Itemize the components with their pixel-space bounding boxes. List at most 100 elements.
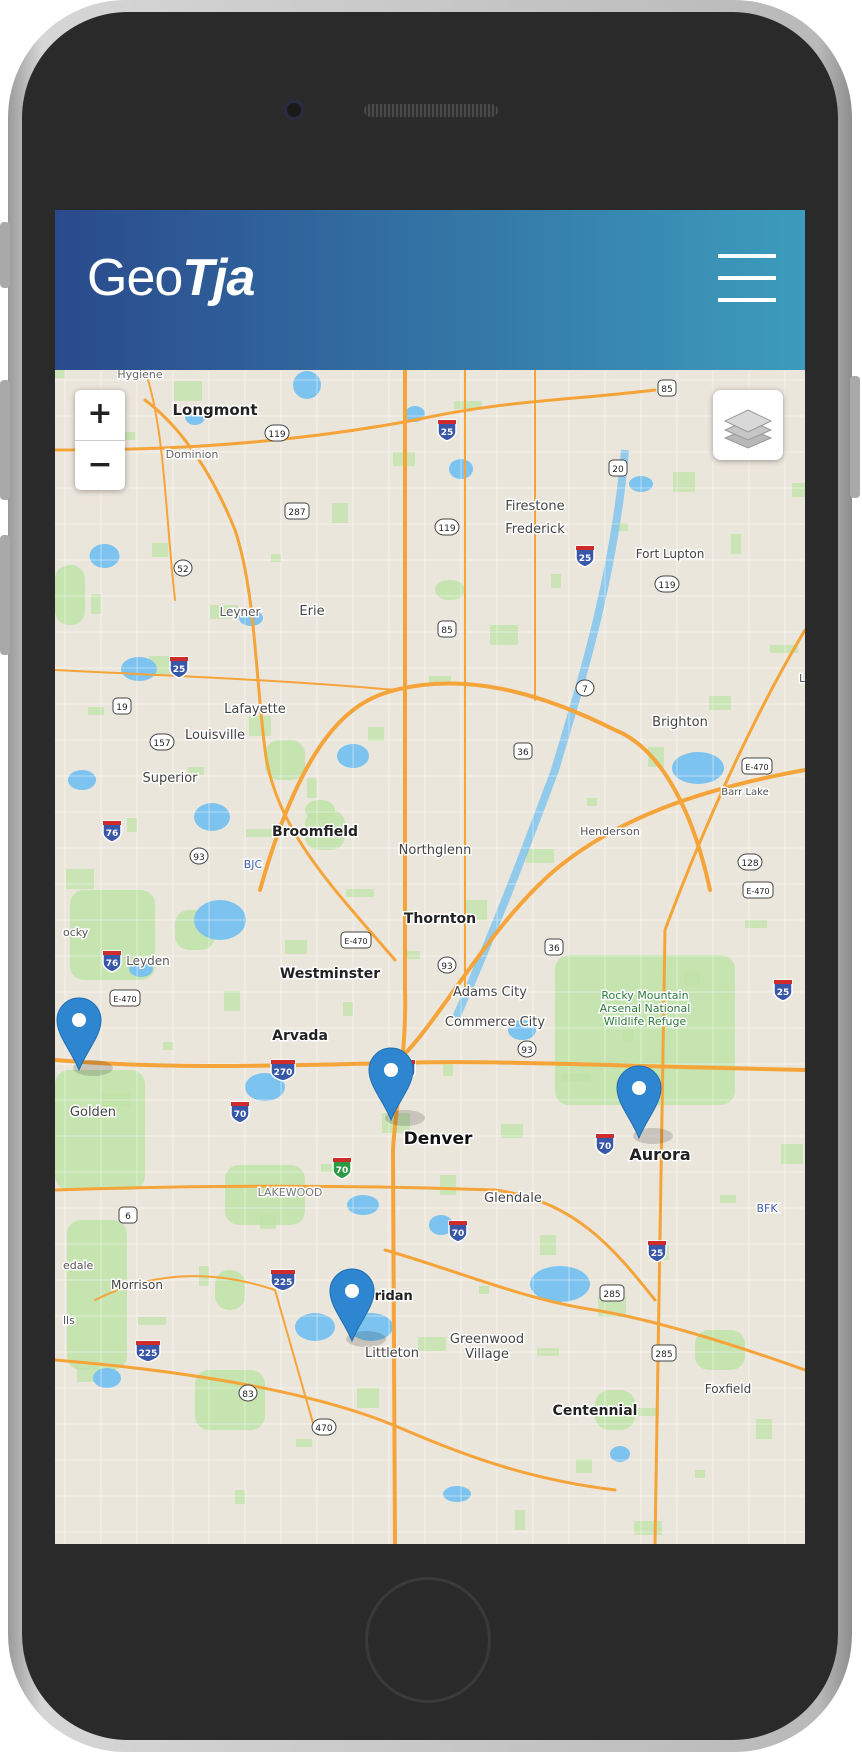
svg-text:285: 285	[603, 1290, 620, 1300]
svg-text:287: 287	[288, 508, 305, 518]
map-place-label: Littleton	[365, 1346, 419, 1361]
map-place-label: Wildlife Refuge	[604, 1015, 687, 1028]
map-place-label: Frederick	[505, 522, 565, 537]
svg-text:7: 7	[582, 685, 588, 695]
svg-text:70: 70	[234, 1110, 247, 1120]
highway-shield: 285	[599, 1284, 625, 1302]
svg-text:25: 25	[441, 428, 454, 438]
layers-button[interactable]	[713, 390, 783, 460]
map-place-label: Village	[465, 1347, 509, 1362]
map-canvas[interactable]: Hygiene Longmont Dominion Firestone Frederic…	[55, 367, 805, 1544]
highway-shield: 157	[149, 733, 175, 751]
highway-shield: 6	[118, 1206, 138, 1224]
app-logo[interactable]: GeoTja	[87, 248, 255, 308]
map-place-label: Fort Lupton	[636, 547, 705, 561]
highway-shield: 119	[264, 424, 290, 442]
map-place-label: Commerce City	[445, 1015, 545, 1030]
highway-shield: 25	[575, 545, 595, 568]
map[interactable]: Hygiene Longmont Dominion Firestone Frederic…	[55, 367, 805, 1544]
map-place-label: Firestone	[505, 499, 564, 514]
map-place-label: Greenwood	[450, 1332, 524, 1347]
map-place-label: Morrison	[111, 1278, 163, 1292]
map-place-label: Rocky Mountain	[601, 989, 688, 1002]
highway-shield: 25	[437, 419, 457, 442]
highway-shield: 119	[434, 518, 460, 536]
hamburger-menu-icon[interactable]	[718, 254, 776, 306]
map-place-label: Barr Lake	[721, 787, 769, 798]
svg-text:25: 25	[173, 665, 186, 675]
logo-text-tja: Tja	[182, 249, 255, 307]
svg-text:85: 85	[661, 385, 672, 395]
svg-text:E-470: E-470	[344, 937, 367, 946]
earpiece-speaker	[364, 104, 498, 117]
highway-shield: 225	[135, 1340, 161, 1363]
app-screen: Hygiene Longmont Dominion Firestone Frederic…	[55, 210, 805, 1544]
map-place-label: Aurora	[629, 1145, 690, 1164]
svg-text:25: 25	[651, 1249, 664, 1259]
highway-shield: 85	[437, 620, 457, 638]
highway-shield: E-470	[340, 931, 372, 949]
map-place-label: BFK	[756, 1202, 778, 1215]
highway-shield: E-470	[742, 881, 774, 899]
map-place-label: Denver	[404, 1129, 473, 1149]
map-place-label: Adams City	[453, 985, 527, 1000]
app-header: GeoTja	[55, 210, 805, 370]
map-place-label: Superior	[143, 771, 199, 786]
highway-shield: 25	[169, 656, 189, 679]
map-place-label: LAKEWOOD	[258, 1186, 323, 1199]
svg-text:93: 93	[193, 853, 204, 863]
svg-text:70: 70	[599, 1142, 612, 1152]
highway-shield: 270	[270, 1059, 296, 1082]
highway-shield: 36	[513, 742, 533, 760]
svg-text:36: 36	[548, 944, 560, 954]
svg-text:52: 52	[177, 565, 188, 575]
highway-shield: 287	[284, 502, 310, 520]
zoom-in-button[interactable]: +	[75, 390, 125, 441]
svg-text:76: 76	[106, 959, 119, 969]
highway-shield: 93	[437, 956, 457, 974]
logo-text-geo: Geo	[87, 249, 183, 307]
svg-text:128: 128	[741, 859, 758, 869]
zoom-out-button[interactable]: −	[75, 441, 125, 491]
highway-shield: 83	[238, 1384, 258, 1402]
svg-text:85: 85	[441, 626, 452, 636]
highway-shield: 119	[654, 575, 680, 593]
map-place-label: Westminster	[280, 966, 380, 982]
volume-down-button	[0, 535, 10, 655]
svg-text:25: 25	[777, 988, 790, 998]
svg-text:270: 270	[274, 1068, 293, 1078]
map-place-label: Leyner	[220, 605, 261, 619]
svg-text:285: 285	[655, 1350, 672, 1360]
map-place-label: Brighton	[652, 715, 708, 730]
svg-text:225: 225	[274, 1278, 293, 1288]
svg-text:119: 119	[658, 581, 675, 591]
home-button[interactable]	[365, 1577, 491, 1703]
highway-shield: E-470	[741, 757, 773, 775]
svg-text:225: 225	[139, 1349, 158, 1359]
map-place-label: Glendale	[484, 1191, 542, 1206]
map-place-label: Dominion	[166, 448, 219, 461]
highway-shield: 7	[575, 679, 595, 697]
svg-text:157: 157	[153, 739, 170, 749]
map-place-label: Northglenn	[399, 843, 472, 858]
highway-shield: 52	[173, 559, 193, 577]
map-place-label: Erie	[299, 604, 324, 619]
volume-up-button	[0, 380, 10, 500]
map-place-label: Golden	[70, 1105, 116, 1120]
layers-icon	[723, 409, 773, 449]
map-place-label: Henderson	[580, 825, 640, 838]
highway-shield: 70	[448, 1220, 468, 1243]
highway-shield: 285	[651, 1344, 677, 1362]
svg-text:470: 470	[315, 1424, 332, 1434]
map-place-label: Arvada	[272, 1028, 328, 1044]
svg-text:70: 70	[452, 1229, 465, 1239]
zoom-control: + −	[75, 390, 125, 490]
svg-text:119: 119	[268, 430, 285, 440]
svg-text:36: 36	[517, 748, 529, 758]
svg-text:119: 119	[438, 524, 455, 534]
svg-text:E-470: E-470	[746, 887, 769, 896]
map-place-label: Leyden	[126, 954, 170, 968]
svg-text:93: 93	[441, 962, 452, 972]
highway-shield: 36	[544, 938, 564, 956]
highway-shield: 19	[112, 697, 132, 715]
